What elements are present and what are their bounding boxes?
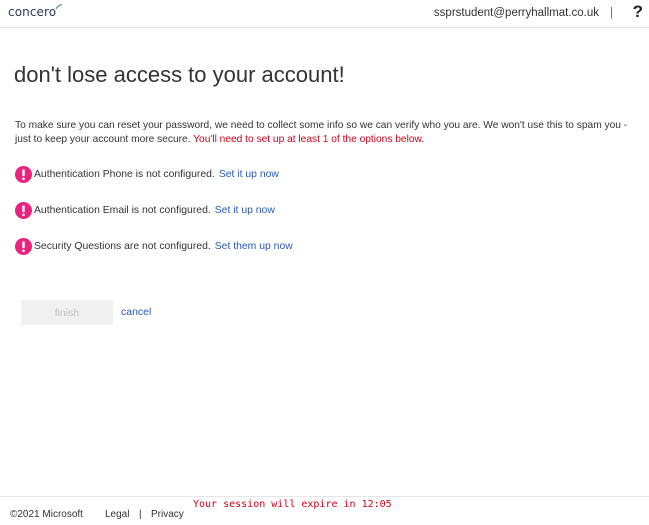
copyright-text: ©2021 Microsoft — [10, 509, 83, 520]
setup-security-questions-link[interactable]: Set them up now — [215, 241, 293, 252]
footer-separator: | — [139, 509, 142, 520]
option-status-text: Security Questions are not configured. — [34, 240, 211, 252]
option-status-text: Authentication Email is not configured. — [34, 204, 211, 216]
header-separator: | — [610, 7, 613, 19]
finish-button[interactable]: finish — [21, 300, 113, 325]
option-authentication-phone: Authentication Phone is not configured. … — [15, 165, 279, 183]
footer-bar: ©2021 Microsoft Legal | Privacy Your ses… — [0, 496, 649, 525]
option-status-text: Authentication Phone is not configured. — [34, 168, 215, 180]
legal-link[interactable]: Legal — [105, 509, 129, 520]
user-email: ssprstudent@perryhallmat.co.uk — [433, 7, 599, 19]
setup-phone-link[interactable]: Set it up now — [219, 169, 279, 180]
page: concero ssprstudent@perryhallmat.co.uk |… — [0, 0, 649, 525]
logo-swoosh-icon — [55, 4, 63, 10]
session-expiry-notice: Your session will expire in 12:05 — [193, 499, 392, 510]
page-title: don't lose access to your account! — [14, 62, 345, 87]
concero-logo: concero — [8, 4, 68, 25]
option-security-questions: Security Questions are not configured. S… — [15, 237, 293, 255]
cancel-link[interactable]: cancel — [121, 306, 151, 318]
alert-icon — [15, 201, 32, 219]
header-bar: concero ssprstudent@perryhallmat.co.uk |… — [0, 0, 649, 28]
logo-wordmark: concero — [8, 5, 57, 19]
setup-email-link[interactable]: Set it up now — [215, 205, 275, 216]
alert-icon — [15, 165, 32, 183]
privacy-link[interactable]: Privacy — [151, 509, 184, 520]
intro-warning: You'll need to set up at least 1 of the … — [193, 134, 425, 145]
alert-icon — [15, 237, 32, 255]
help-button[interactable]: ? — [633, 2, 643, 22]
intro-paragraph: To make sure you can reset your password… — [15, 119, 640, 147]
option-authentication-email: Authentication Email is not configured. … — [15, 201, 275, 219]
